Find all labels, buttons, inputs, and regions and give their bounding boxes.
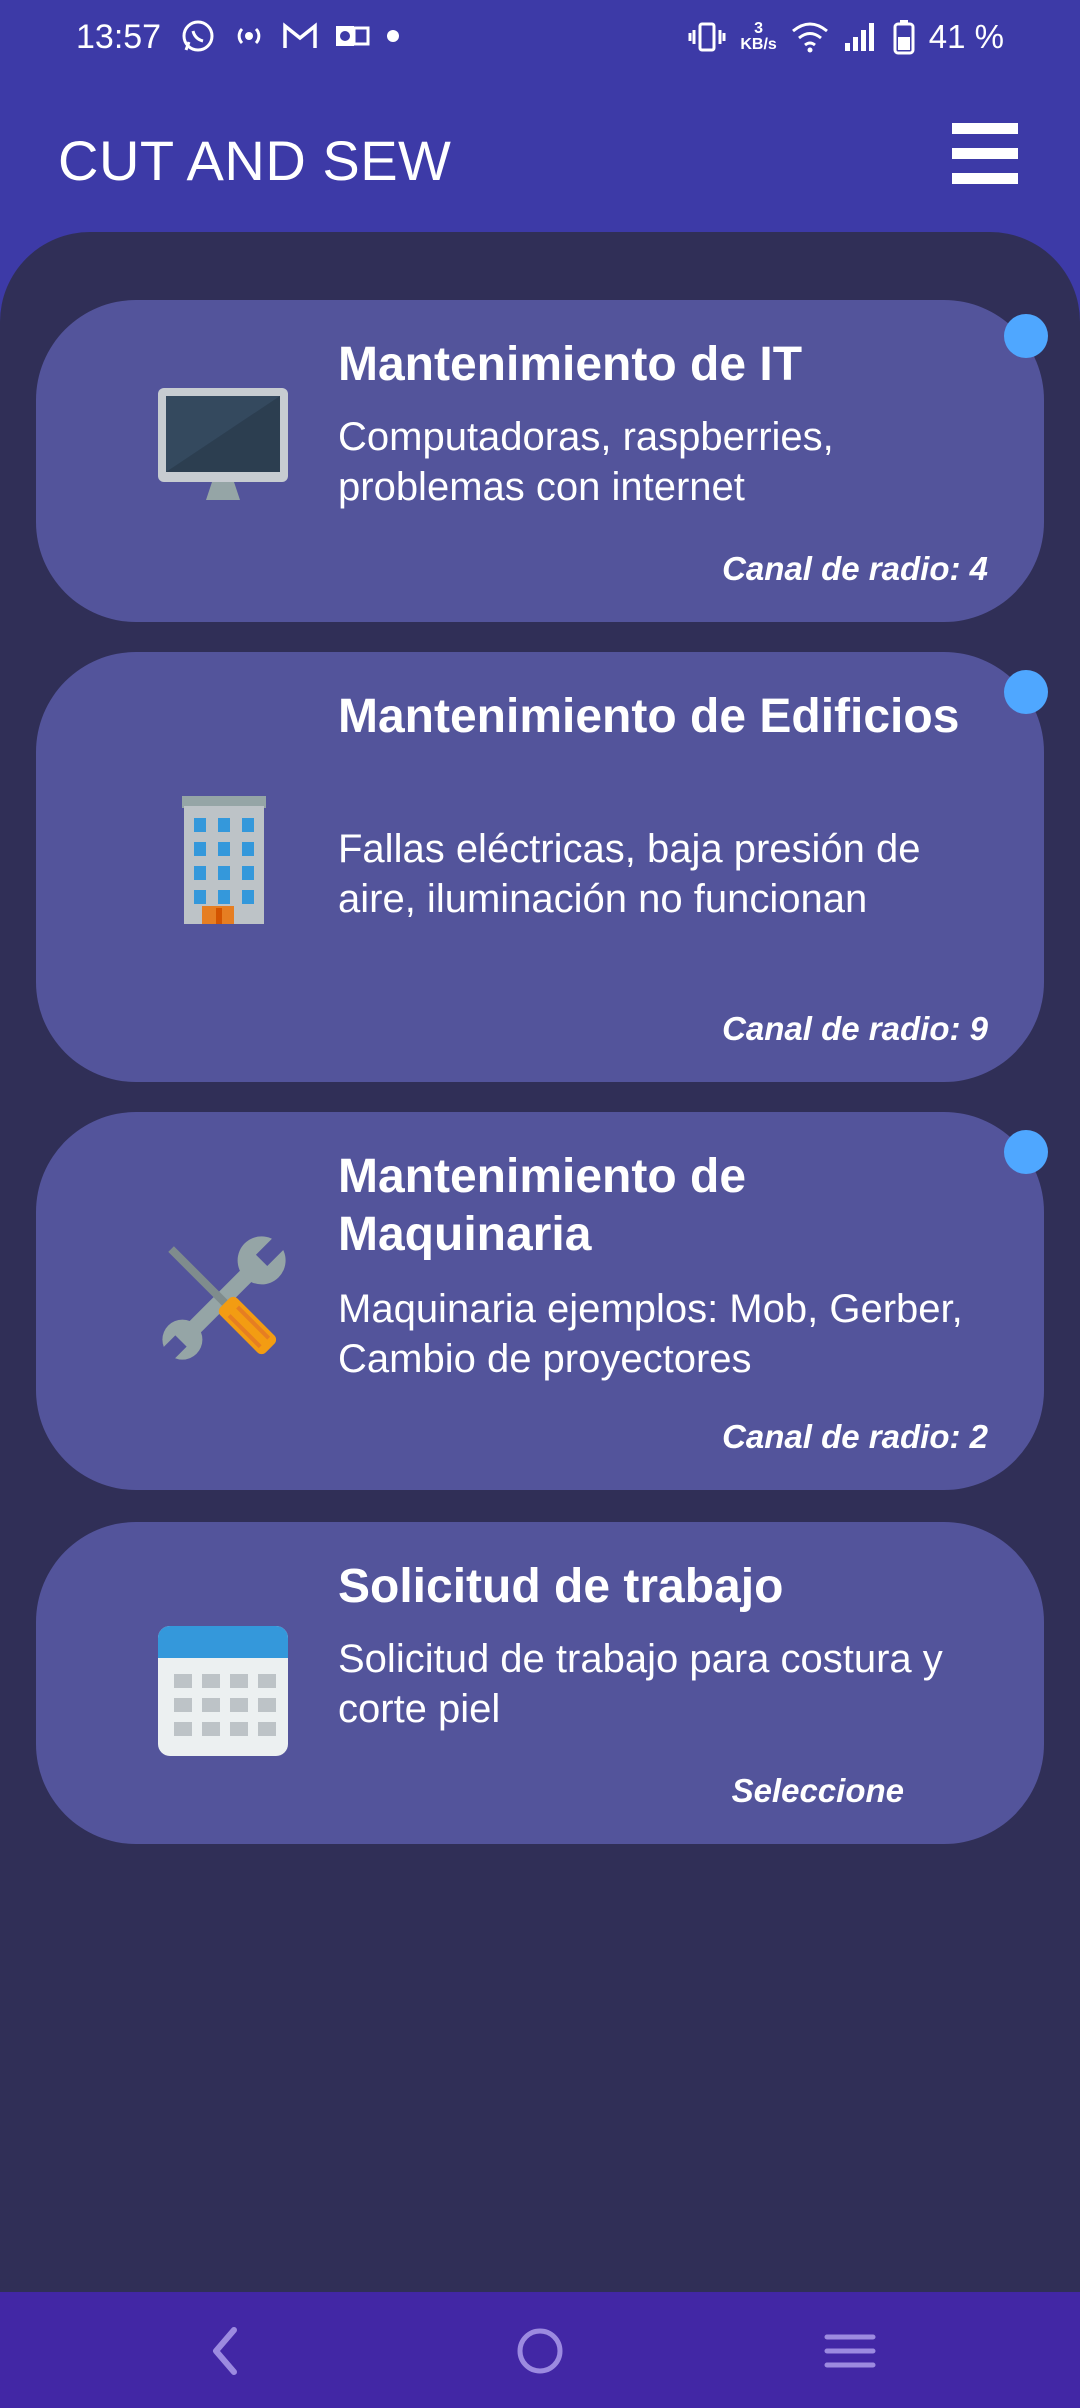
radio-channel-label: Canal de radio: 2: [722, 1418, 988, 1455]
app-title: CUT AND SEW: [58, 129, 452, 192]
calendar-icon: [122, 1582, 322, 1782]
status-bar: 13:57 3 KB/s 41 %: [0, 0, 1080, 78]
network-speed: 3 KB/s: [740, 21, 776, 53]
signal-icon: [844, 23, 874, 51]
status-indicator-dot: [1004, 314, 1048, 358]
select-label[interactable]: Seleccione: [732, 1772, 904, 1810]
status-indicator-dot: [1004, 670, 1048, 714]
card-title: Mantenimiento de Maquinaria: [338, 1150, 747, 1261]
back-icon[interactable]: [192, 2316, 262, 2386]
radio-icon: [237, 27, 261, 45]
battery-icon: [893, 20, 915, 55]
recents-icon[interactable]: [815, 2316, 885, 2386]
card-title: Mantenimiento de Edificios: [338, 690, 960, 743]
battery-percentage: 41 %: [928, 18, 1004, 55]
network-speed-unit: KB/s: [740, 36, 777, 53]
card-description: Maquinaria ejemplos: Mob, Gerber, Cambio…: [338, 1287, 963, 1381]
system-navigation-bar: [0, 2292, 1080, 2408]
card-title: Solicitud de trabajo: [338, 1560, 784, 1613]
card-it-maintenance[interactable]: Mantenimiento de IT Computadoras, raspbe…: [36, 300, 1048, 622]
radio-channel-label: Canal de radio: 9: [722, 1010, 988, 1047]
dot-icon: [387, 30, 399, 42]
card-building-maintenance[interactable]: Mantenimiento de Edificios Fallas eléctr…: [36, 652, 1048, 1082]
outlook-icon: [336, 26, 370, 46]
tools-icon: [122, 1200, 322, 1400]
vibrate-icon: [688, 22, 726, 52]
whatsapp-icon: [182, 20, 214, 52]
content-panel: Mantenimiento de IT Computadoras, raspbe…: [0, 232, 1080, 2292]
hamburger-menu-icon[interactable]: [952, 120, 1018, 186]
office-building-icon: [122, 768, 322, 968]
status-indicator-dot: [1004, 1130, 1048, 1174]
radio-channel-label: Canal de radio: 4: [722, 550, 988, 587]
card-title: Mantenimiento de IT: [338, 338, 803, 391]
status-system-icons: 3 KB/s 41 %: [688, 18, 1004, 56]
card-work-request[interactable]: Solicitud de trabajo Solicitud de trabaj…: [36, 1522, 1044, 1844]
computer-monitor-icon: [122, 340, 322, 540]
home-icon[interactable]: [505, 2316, 575, 2386]
card-description: Computadoras, raspberries, problemas con…: [338, 415, 834, 509]
card-description: Fallas eléctricas, baja presión de aire,…: [338, 827, 921, 921]
status-time: 13:57: [76, 18, 162, 56]
wifi-icon: [791, 22, 828, 53]
app-header: CUT AND SEW: [0, 78, 1080, 234]
status-notification-icons: [180, 18, 400, 54]
gmail-icon: [283, 22, 317, 48]
card-description: Solicitud de trabajo para costura y cort…: [338, 1637, 943, 1731]
card-machinery-maintenance[interactable]: Mantenimiento de Maquinaria Maquinaria e…: [36, 1112, 1048, 1490]
network-speed-value: 3: [754, 20, 763, 37]
